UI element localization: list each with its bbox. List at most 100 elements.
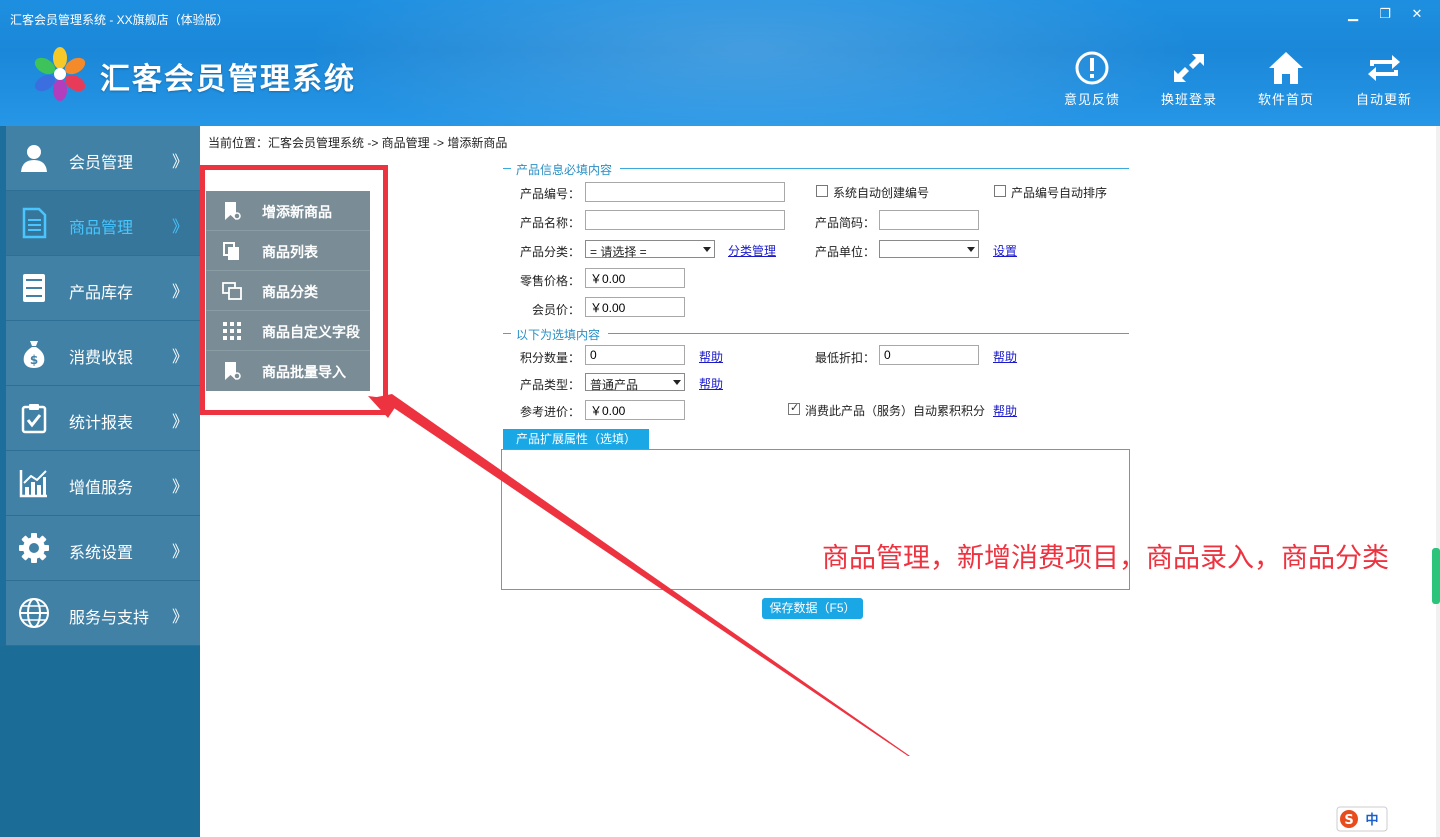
auto-points-checkbox[interactable] — [788, 401, 800, 415]
sidebar-item-settings[interactable]: 系统设置 》 — [6, 516, 200, 581]
home-button[interactable]: 软件首页 — [1241, 50, 1331, 108]
submenu-item-category[interactable]: 商品分类 — [206, 271, 370, 311]
scrollbar-thumb[interactable] — [1432, 548, 1440, 604]
submenu-item-batch-import[interactable]: 商品批量导入 — [206, 351, 370, 391]
unit-select[interactable] — [879, 240, 979, 258]
short-code-input[interactable] — [879, 210, 979, 230]
code-sort-checkbox[interactable] — [994, 185, 1006, 197]
discount-help-link[interactable]: 帮助 — [993, 348, 1017, 365]
auto-update-label: 自动更新 — [1355, 92, 1412, 107]
feedback-icon — [1075, 51, 1109, 85]
chevron-down-icon — [703, 247, 711, 252]
auto-points-help-link[interactable]: 帮助 — [993, 402, 1017, 419]
submenu-item-label: 商品列表 — [262, 244, 318, 260]
document-icon — [22, 207, 47, 239]
submenu-item-custom-fields[interactable]: 商品自定义字段 — [206, 311, 370, 351]
ime-indicator[interactable]: S 中 — [1336, 806, 1388, 832]
chevron-down-icon — [967, 247, 975, 252]
money-bag-icon: $ — [23, 341, 45, 368]
annotation-text: 商品管理，新增消费项目，商品录入，商品分类 — [822, 543, 1389, 573]
product-name-label: 产品名称： — [520, 216, 581, 230]
chevron-right-icon: 》 — [171, 219, 188, 236]
short-code-label: 产品简码： — [815, 216, 876, 230]
app-header: 汇客会员管理系统 - XX旗舰店（体验版） ▁ ❐ ✕ 汇客会员管理系统 意见反… — [0, 0, 1440, 126]
chevron-right-icon: 》 — [171, 349, 188, 366]
points-help-link[interactable]: 帮助 — [699, 348, 723, 365]
member-price-label: 会员价： — [532, 303, 581, 317]
growth-chart-icon — [19, 470, 47, 498]
unit-label: 产品单位： — [815, 245, 876, 259]
divider — [608, 333, 1129, 334]
chevron-right-icon: 》 — [171, 544, 188, 561]
tab-extended-attributes[interactable]: 产品扩展属性（选填） — [503, 429, 649, 449]
cabinet-icon — [23, 274, 45, 302]
bookmark-icon — [225, 202, 241, 220]
windows-icon — [222, 282, 242, 300]
app-name: 汇客会员管理系统 — [100, 63, 356, 96]
sidebar-item-reports[interactable]: 统计报表 》 — [6, 386, 200, 451]
product-type-select[interactable]: 普通产品 — [585, 373, 685, 392]
sidebar-item-label: 消费收银 — [69, 350, 134, 367]
submenu-item-label: 商品批量导入 — [262, 364, 346, 380]
save-button[interactable]: 保存数据（F5） — [762, 598, 863, 619]
auto-update-button[interactable]: 自动更新 — [1339, 50, 1429, 108]
svg-text:S: S — [1344, 813, 1353, 828]
auto-code-label: 系统自动创建编号 — [833, 186, 930, 200]
sidebar-item-product[interactable]: 商品管理 》 — [6, 191, 200, 256]
unit-settings-link[interactable]: 设置 — [993, 242, 1017, 259]
sidebar-footer — [0, 646, 200, 837]
home-label: 软件首页 — [1257, 92, 1314, 107]
feedback-label: 意见反馈 — [1063, 92, 1120, 107]
switch-shift-button[interactable]: 换班登录 — [1144, 50, 1234, 108]
scrollbar-track[interactable] — [1436, 126, 1440, 837]
divider — [620, 168, 1129, 169]
window-title: 汇客会员管理系统 - XX旗舰店（体验版） — [10, 13, 229, 27]
code-sort-label: 产品编号自动排序 — [1011, 186, 1108, 200]
sidebar-item-label: 增值服务 — [69, 480, 134, 497]
minimize-button[interactable]: ▁ — [1340, 4, 1366, 24]
product-code-input[interactable] — [585, 182, 785, 202]
product-submenu: 增添新商品 商品列表 商品分类 商品自定义字段 商品批量导入 — [206, 191, 370, 391]
auto-points-label: 消费此产品（服务）自动累积积分 — [805, 404, 986, 418]
breadcrumb: 当前位置：汇客会员管理系统 -> 商品管理 -> 增添新商品 — [208, 136, 508, 150]
restore-button[interactable]: ❐ — [1372, 4, 1398, 24]
svg-text:$: $ — [30, 353, 38, 367]
switch-shift-label: 换班登录 — [1160, 92, 1217, 107]
chevron-right-icon: 》 — [171, 479, 188, 496]
submenu-item-label: 商品自定义字段 — [262, 324, 360, 340]
copy-icon — [223, 242, 239, 260]
refresh-icon — [1368, 55, 1400, 81]
min-discount-input[interactable] — [879, 345, 979, 365]
sidebar-item-label: 商品管理 — [69, 220, 134, 237]
bookmark-icon — [225, 362, 241, 380]
product-code-label: 产品编号： — [520, 187, 581, 201]
sidebar-item-cashier[interactable]: $ 消费收银 》 — [6, 321, 200, 386]
sidebar-item-inventory[interactable]: 产品库存 》 — [6, 256, 200, 321]
chevron-right-icon: 》 — [171, 154, 188, 171]
sidebar-item-member[interactable]: 会员管理 》 — [6, 126, 200, 191]
category-select[interactable]: = 请选择 = — [585, 240, 715, 259]
sidebar-item-support[interactable]: 服务与支持 》 — [6, 581, 200, 646]
submenu-item-add-product[interactable]: 增添新商品 — [206, 191, 370, 231]
submenu-item-label: 商品分类 — [262, 284, 318, 300]
optional-section-title: 以下为选填内容 — [516, 328, 601, 342]
sidebar-item-label: 服务与支持 — [69, 610, 150, 627]
type-help-link[interactable]: 帮助 — [699, 375, 723, 392]
auto-code-checkbox[interactable] — [816, 185, 828, 197]
feedback-button[interactable]: 意见反馈 — [1047, 50, 1137, 108]
category-manage-link[interactable]: 分类管理 — [728, 242, 776, 259]
retail-price-input[interactable] — [585, 268, 685, 288]
logo-icon — [34, 47, 86, 101]
ref-cost-input[interactable] — [585, 400, 685, 420]
title-bar[interactable]: 汇客会员管理系统 - XX旗舰店（体验版） ▁ ❐ ✕ — [0, 0, 1440, 34]
close-button[interactable]: ✕ — [1404, 4, 1430, 24]
sidebar-item-value-added[interactable]: 增值服务 》 — [6, 451, 200, 516]
product-name-input[interactable] — [585, 210, 785, 230]
sidebar-item-label: 会员管理 — [69, 155, 134, 172]
grid-icon — [223, 322, 241, 340]
chevron-right-icon: 》 — [171, 609, 188, 626]
member-price-input[interactable] — [585, 297, 685, 317]
sidebar: 会员管理 》 商品管理 》 产品库存 》 $ 消费收银 》 统计报表 》 增值服… — [0, 126, 200, 837]
points-input[interactable] — [585, 345, 685, 365]
submenu-item-product-list[interactable]: 商品列表 — [206, 231, 370, 271]
